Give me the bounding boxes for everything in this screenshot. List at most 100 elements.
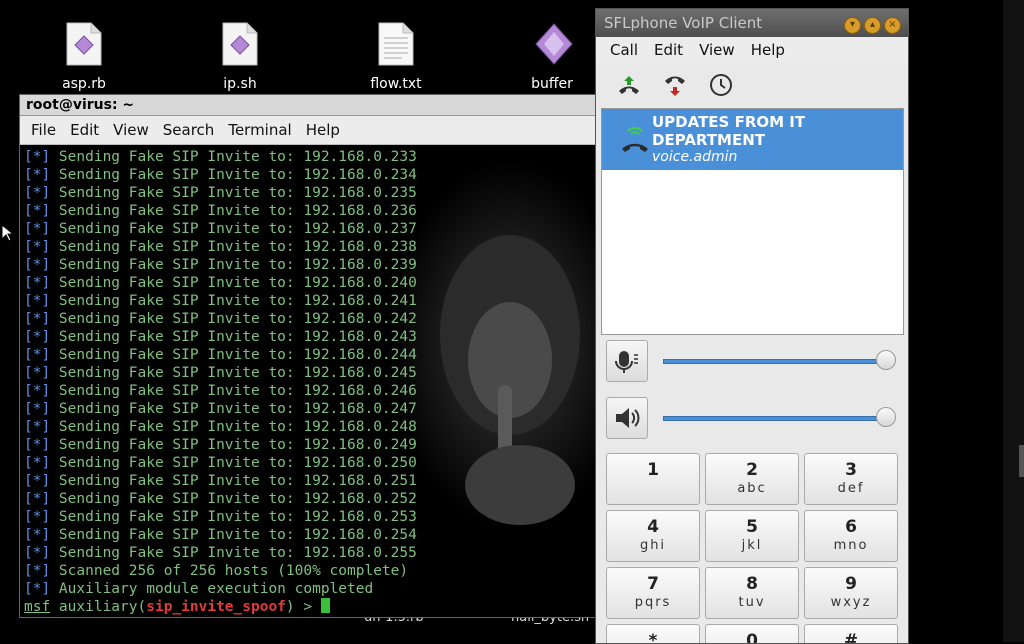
call-row-selected[interactable]: UPDATES FROM IT DEPARTMENT voice.admin (602, 109, 903, 170)
line-text: Sending Fake SIP Invite to: 192.168.0.23… (50, 239, 417, 255)
speaker-volume (606, 397, 896, 439)
terminal-line: [*] Sending Fake SIP Invite to: 192.168.… (24, 202, 417, 220)
desktop-icon-label: asp.rb (62, 76, 106, 92)
status-marker: [*] (24, 455, 51, 471)
status-marker: [*] (24, 293, 51, 309)
background-figure-image (440, 235, 580, 525)
desktop-icon-ip-sh[interactable]: ip.sh (190, 22, 290, 92)
key-digit: 4 (647, 517, 659, 537)
terminal-line: [*] Sending Fake SIP Invite to: 192.168.… (24, 472, 417, 490)
line-text: Sending Fake SIP Invite to: 192.168.0.24… (50, 275, 417, 291)
call-list[interactable]: UPDATES FROM IT DEPARTMENT voice.admin (601, 108, 904, 335)
status-marker: [*] (24, 419, 51, 435)
keypad-key[interactable]: 6 mno (804, 510, 898, 562)
key-digit: # (843, 631, 859, 644)
speaker-slider-track[interactable] (663, 416, 885, 421)
sflphone-menubar: Call Edit View Help (596, 37, 908, 63)
menu-file[interactable]: File (24, 121, 63, 139)
line-text: Sending Fake SIP Invite to: 192.168.0.25… (50, 473, 417, 489)
menu-edit[interactable]: Edit (646, 41, 691, 59)
pick-up-icon[interactable] (616, 72, 642, 98)
speaker-slider-knob[interactable] (876, 407, 896, 427)
desktop-icon-buffer[interactable]: buffer (502, 22, 602, 92)
keypad-key[interactable]: 5 jkl (705, 510, 799, 562)
edge-highlight (1019, 445, 1024, 477)
keypad-key[interactable]: # (804, 624, 898, 644)
microphone-volume (606, 340, 896, 382)
terminal-line: [*] Sending Fake SIP Invite to: 192.168.… (24, 238, 417, 256)
status-marker: [*] (24, 347, 51, 363)
keypad-key[interactable]: 7 pqrs (606, 567, 700, 619)
microphone-slider-knob[interactable] (876, 350, 896, 370)
line-text: Sending Fake SIP Invite to: 192.168.0.24… (50, 347, 417, 363)
keypad-key[interactable]: 3 def (804, 453, 898, 505)
menu-call[interactable]: Call (602, 41, 646, 59)
terminal-line: [*] Sending Fake SIP Invite to: 192.168.… (24, 526, 417, 544)
status-marker: [*] (24, 329, 51, 345)
status-marker: [*] (24, 545, 51, 561)
status-marker: [*] (24, 527, 51, 543)
menu-help[interactable]: Help (743, 41, 793, 59)
speaker-button[interactable] (606, 397, 648, 439)
status-marker: [*] (24, 257, 51, 273)
line-text: Sending Fake SIP Invite to: 192.168.0.23… (50, 167, 417, 183)
menu-view[interactable]: View (106, 121, 156, 139)
status-marker: [*] (24, 221, 51, 237)
menu-help[interactable]: Help (299, 121, 347, 139)
minimize-icon[interactable]: ▾ (844, 17, 861, 34)
terminal-output[interactable]: [*] Sending Fake SIP Invite to: 192.168.… (20, 145, 597, 617)
line-text: Auxiliary module execution completed (50, 581, 374, 597)
status-marker: [*] (24, 509, 51, 525)
keypad-key[interactable]: 9 wxyz (804, 567, 898, 619)
keypad-key[interactable]: 0 (705, 624, 799, 644)
keypad-key[interactable]: 2 abc (705, 453, 799, 505)
terminal-window[interactable]: root@virus: ~ File Edit View Search Term… (19, 94, 598, 618)
menu-edit[interactable]: Edit (63, 121, 106, 139)
terminal-menubar: File Edit View Search Terminal Help (20, 116, 597, 145)
status-marker: [*] (24, 275, 51, 291)
keypad-key[interactable]: * (606, 624, 700, 644)
menu-view[interactable]: View (691, 41, 743, 59)
key-digit: 0 (746, 631, 758, 644)
status-marker: [*] (24, 401, 51, 417)
microphone-button[interactable] (606, 340, 648, 382)
sflphone-titlebar[interactable]: SFLphone VoIP Client ▾ ▴ × (596, 9, 908, 37)
line-text: Sending Fake SIP Invite to: 192.168.0.23… (50, 221, 417, 237)
key-digit: 7 (647, 574, 659, 594)
sflphone-title: SFLphone VoIP Client (604, 14, 763, 32)
status-marker: [*] (24, 365, 51, 381)
line-text: Sending Fake SIP Invite to: 192.168.0.25… (50, 527, 417, 543)
menu-terminal[interactable]: Terminal (221, 121, 298, 139)
terminal-prompt[interactable]: msf auxiliary(sip_invite_spoof) > (24, 598, 417, 616)
sflphone-window[interactable]: SFLphone VoIP Client ▾ ▴ × Call Edit Vie… (595, 8, 909, 644)
desktop-icon-asp-rb[interactable]: asp.rb (34, 22, 134, 92)
terminal-title[interactable]: root@virus: ~ (20, 95, 597, 116)
desktop-icon-flow-txt[interactable]: flow.txt (346, 22, 446, 92)
key-digit: 2 (746, 460, 758, 480)
key-letters: pqrs (634, 595, 672, 610)
menu-search[interactable]: Search (156, 121, 222, 139)
terminal-lines: [*] Sending Fake SIP Invite to: 192.168.… (24, 148, 417, 616)
status-marker: [*] (24, 167, 51, 183)
keypad-key[interactable]: 8 tuv (705, 567, 799, 619)
desktop-icon-label: flow.txt (370, 76, 422, 92)
history-icon[interactable] (708, 72, 734, 98)
terminal-line: [*] Sending Fake SIP Invite to: 192.168.… (24, 454, 417, 472)
key-digit: 8 (746, 574, 758, 594)
close-icon[interactable]: × (884, 17, 901, 34)
microphone-slider-track[interactable] (663, 359, 885, 364)
line-text: Sending Fake SIP Invite to: 192.168.0.23… (50, 185, 417, 201)
line-text: Sending Fake SIP Invite to: 192.168.0.24… (50, 365, 417, 381)
keypad-key[interactable]: 4 ghi (606, 510, 700, 562)
key-digit: * (648, 631, 658, 644)
caller-name: UPDATES FROM IT DEPARTMENT (652, 113, 806, 149)
line-text: Sending Fake SIP Invite to: 192.168.0.24… (50, 419, 417, 435)
keypad-key[interactable]: 1 (606, 453, 700, 505)
ruby-file-icon (66, 22, 102, 66)
prompt-suffix: ) > (285, 599, 321, 615)
terminal-line: [*] Sending Fake SIP Invite to: 192.168.… (24, 184, 417, 202)
maximize-icon[interactable]: ▴ (864, 17, 881, 34)
terminal-line: [*] Sending Fake SIP Invite to: 192.168.… (24, 436, 417, 454)
terminal-line: [*] Sending Fake SIP Invite to: 192.168.… (24, 274, 417, 292)
hang-up-icon[interactable] (662, 72, 688, 98)
